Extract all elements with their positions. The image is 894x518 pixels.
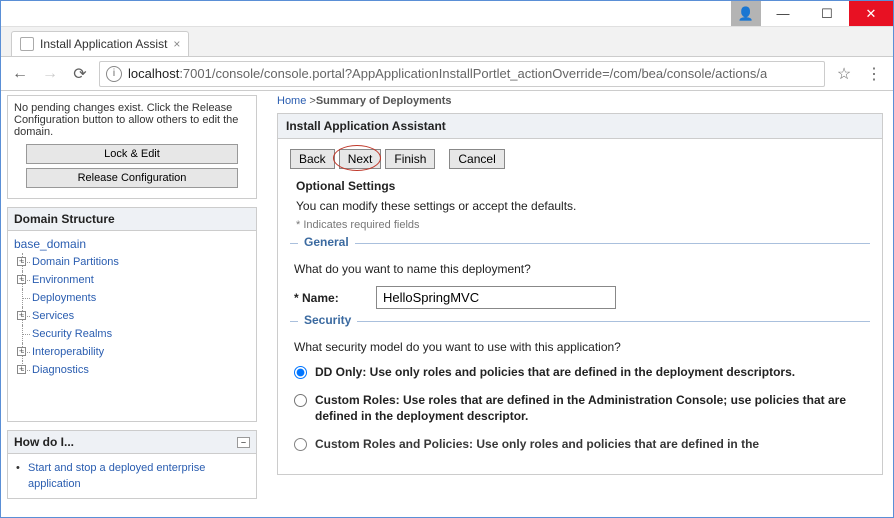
security-dd-only-label: DD Only: Use only roles and policies tha… [315, 364, 795, 380]
address-bar[interactable]: i localhost:7001/console/console.portal?… [99, 61, 825, 87]
domain-structure-title: Domain Structure [8, 208, 256, 231]
security-custom-roles-policies-label: Custom Roles and Policies: Use only role… [315, 436, 759, 452]
back-button[interactable]: ← [9, 63, 31, 85]
tree-node-services[interactable]: Services [32, 310, 74, 322]
general-legend: General [298, 235, 355, 249]
maximize-window-button[interactable]: ☐ [805, 1, 849, 26]
browser-menu-icon[interactable]: ⋮ [863, 64, 885, 84]
panel-minimize-icon[interactable]: – [237, 437, 250, 448]
tab-title: Install Application Assist [40, 37, 167, 51]
security-custom-roles-label: Custom Roles: Use roles that are defined… [315, 392, 870, 424]
breadcrumb: Home >Summary of Deployments [277, 91, 883, 113]
lock-edit-button[interactable]: Lock & Edit [26, 144, 238, 164]
security-custom-roles-radio[interactable] [294, 394, 307, 407]
forward-button: → [39, 63, 61, 85]
browser-tab[interactable]: Install Application Assist × [11, 31, 189, 56]
how-do-i-panel: How do I... – Start and stop a deployed … [7, 430, 257, 499]
tree-node-domain-partitions[interactable]: Domain Partitions [32, 256, 119, 268]
how-do-i-link[interactable]: Start and stop a deployed enterprise app… [14, 460, 250, 492]
name-question: What do you want to name this deployment… [294, 262, 870, 276]
tree-node-security-realms[interactable]: Security Realms [32, 328, 112, 340]
tree-expand-icon[interactable]: + [17, 257, 26, 266]
change-center-note: No pending changes exist. Click the Rele… [14, 102, 250, 138]
tree-node-diagnostics[interactable]: Diagnostics [32, 364, 89, 376]
security-question: What security model do you want to use w… [294, 340, 870, 354]
deployment-name-input[interactable] [376, 286, 616, 309]
change-center-panel: No pending changes exist. Click the Rele… [7, 95, 257, 199]
cancel-button[interactable]: Cancel [449, 149, 504, 169]
tree-expand-icon[interactable]: + [17, 275, 26, 284]
security-custom-roles-policies-radio[interactable] [294, 438, 307, 451]
breadcrumb-current: Summary of Deployments [316, 95, 452, 107]
optional-settings-desc: You can modify these settings or accept … [296, 199, 870, 213]
tree-root[interactable]: base_domain [14, 237, 250, 251]
security-dd-only-radio[interactable] [294, 366, 307, 379]
user-icon[interactable]: 👤 [731, 1, 761, 26]
tree-node-interoperability[interactable]: Interoperability [32, 346, 104, 358]
tree-expand-icon[interactable]: + [17, 365, 26, 374]
finish-button[interactable]: Finish [385, 149, 435, 169]
browser-toolbar: ← → ⟳ i localhost:7001/console/console.p… [1, 57, 893, 91]
browser-tabstrip: Install Application Assist × [1, 27, 893, 57]
assistant-title: Install Application Assistant [278, 114, 882, 139]
close-window-button[interactable]: ✕ [849, 1, 893, 26]
back-step-button[interactable]: Back [290, 149, 335, 169]
tree-expand-icon[interactable]: + [17, 311, 26, 320]
breadcrumb-home[interactable]: Home [277, 95, 306, 107]
bookmark-star-icon[interactable]: ☆ [833, 64, 855, 84]
tree-node-deployments[interactable]: Deployments [32, 292, 96, 304]
required-fields-note: * Indicates required fields [296, 219, 870, 231]
window-titlebar: 👤 — ☐ ✕ [1, 1, 893, 27]
reload-button[interactable]: ⟳ [69, 63, 91, 85]
install-assistant-panel: Install Application Assistant Back Next … [277, 113, 883, 475]
url-text: localhost:7001/console/console.portal?Ap… [128, 66, 767, 81]
optional-settings-heading: Optional Settings [296, 179, 870, 193]
domain-structure-panel: Domain Structure base_domain + Domain Par… [7, 207, 257, 422]
name-label: * Name: [294, 291, 364, 305]
tree-node-environment[interactable]: Environment [32, 274, 94, 286]
close-tab-icon[interactable]: × [173, 37, 180, 51]
site-info-icon[interactable]: i [106, 66, 122, 82]
minimize-window-button[interactable]: — [761, 1, 805, 26]
next-step-button[interactable]: Next [339, 149, 382, 169]
release-config-button[interactable]: Release Configuration [26, 168, 238, 188]
tree-expand-icon[interactable]: + [17, 347, 26, 356]
favicon-icon [20, 37, 34, 51]
security-legend: Security [298, 313, 357, 327]
how-do-i-title: How do I... [14, 435, 74, 449]
